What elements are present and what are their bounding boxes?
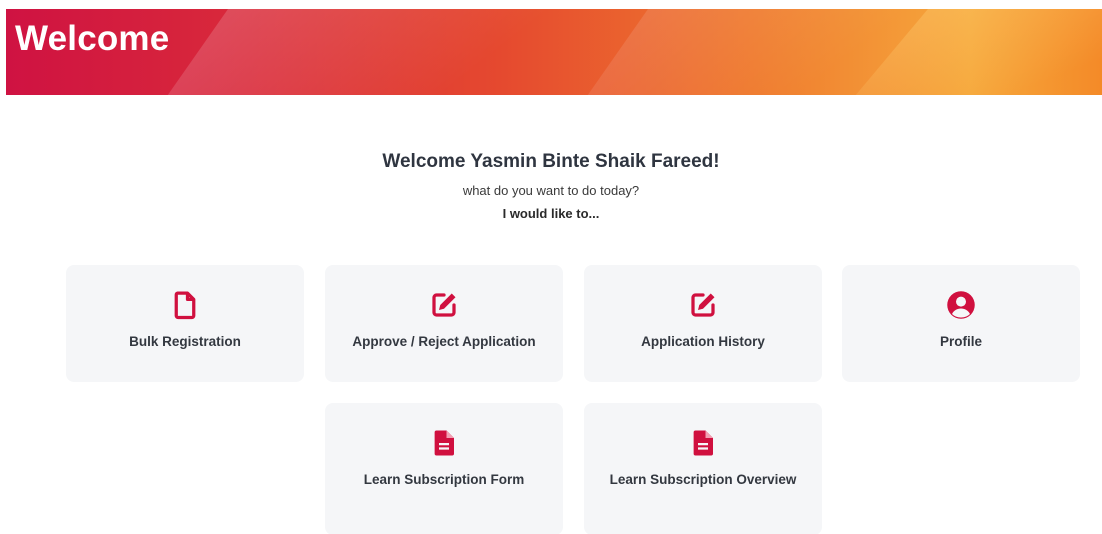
learn-subscription-form-label: Learn Subscription Form: [363, 472, 525, 487]
approve-reject-application-card[interactable]: Approve / Reject Application: [325, 265, 563, 382]
learn-subscription-form-card[interactable]: Learn Subscription Form: [325, 403, 563, 534]
greeting-section: Welcome Yasmin Binte Shaik Fareed! what …: [0, 148, 1102, 222]
bulk-registration-card[interactable]: Bulk Registration: [66, 265, 304, 382]
profile-card[interactable]: Profile: [842, 265, 1080, 382]
application-history-label: Application History: [641, 334, 765, 349]
learn-subscription-overview-card[interactable]: Learn Subscription Overview: [584, 403, 822, 534]
application-history-card[interactable]: Application History: [584, 265, 822, 382]
file-text-icon: [693, 430, 713, 456]
learn-subscription-overview-label: Learn Subscription Overview: [609, 472, 797, 487]
approve-reject-application-label: Approve / Reject Application: [352, 334, 536, 349]
greeting-intent: I would like to...: [502, 206, 600, 221]
edit-icon: [691, 293, 715, 317]
user-circle-icon: [947, 291, 975, 319]
profile-label: Profile: [939, 334, 982, 349]
edit-icon: [432, 293, 456, 317]
banner-title: Welcome: [15, 19, 170, 58]
bulk-registration-label: Bulk Registration: [129, 334, 241, 349]
file-text-icon: [434, 430, 454, 456]
welcome-banner: Welcome: [6, 9, 1102, 95]
greeting-subtitle: what do you want to do today?: [462, 183, 640, 198]
page: Welcome Welcome Yasmin Binte Shaik Faree…: [0, 0, 1102, 534]
file-icon: [174, 291, 196, 320]
welcome-message: Welcome Yasmin Binte Shaik Fareed!: [382, 151, 720, 172]
